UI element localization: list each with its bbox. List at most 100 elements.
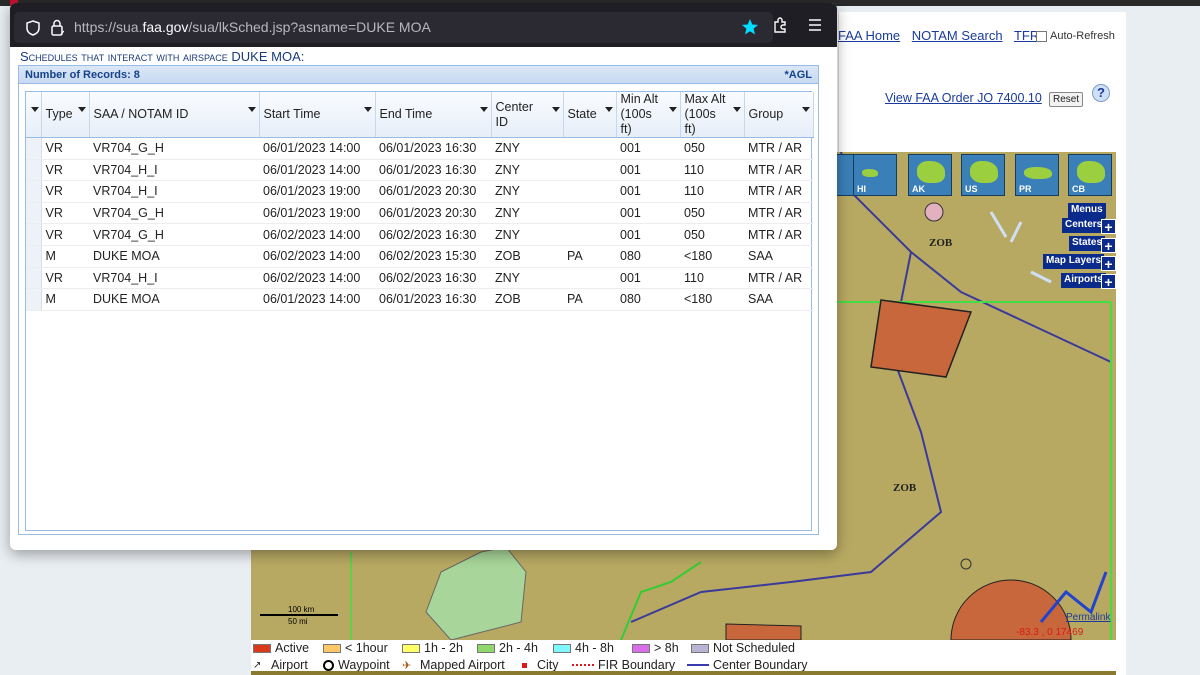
cell-state [563,223,616,246]
row-marker [26,267,42,290]
view-faa-order-link[interactable]: View FAA Order JO 7400.10 [885,91,1042,105]
chevron-down-icon[interactable] [77,107,86,112]
legend-not-scheduled: Not Scheduled [691,641,795,655]
cell-max-alt: <180 [680,288,744,311]
scheduled-area-green[interactable] [425,546,527,640]
active-area[interactable] [725,623,802,640]
table-row[interactable]: VR VR704_H_I 06/01/2023 14:00 06/01/2023 16… [26,159,813,182]
cell-state [563,159,616,182]
states-button[interactable]: States [1069,236,1106,251]
chevron-down-icon[interactable] [363,107,372,112]
map-layers-button[interactable]: Map Layers [1043,254,1105,269]
cell-type: M [41,288,89,311]
legend-swatch [323,643,341,653]
chevron-down-icon[interactable] [732,107,741,112]
chevron-down-icon[interactable] [801,107,810,112]
permalink-link[interactable]: Permalink [1066,612,1110,623]
agl-note: *AGL [784,69,813,81]
legend-bottom-border [251,671,1116,675]
region-button-us[interactable]: US [961,154,1005,196]
airports-expand-icon[interactable]: + [1101,274,1116,290]
address-bar[interactable]: https://sua.faa.gov/sua/lkSched.jsp?asna… [14,12,773,43]
hamburger-menu-icon[interactable] [808,18,822,32]
cell-saa-id: VR704_G_H [89,202,259,225]
column-header-state[interactable]: State [563,92,617,138]
states-expand-icon[interactable]: + [1101,238,1116,254]
airports-button[interactable]: Airports [1061,273,1106,288]
column-header-rownum[interactable] [26,92,42,138]
cell-group: SAA [744,288,813,311]
column-header-saa-id[interactable]: SAA / NOTAM ID [89,92,260,138]
airport-marker[interactable] [924,202,944,222]
table-row[interactable]: M DUKE MOA 06/02/2023 14:00 06/02/2023 15:3… [26,245,813,268]
bookmark-star-icon[interactable] [741,18,759,36]
table-row[interactable]: VR VR704_G_H 06/01/2023 14:00 06/01/2023 16… [26,137,813,160]
chevron-down-icon[interactable] [247,107,256,112]
column-header-max-alt[interactable]: Max Alt (100s ft) [680,92,745,138]
cell-end-time: 06/02/2023 15:30 [375,245,491,268]
row-marker [26,223,42,246]
cell-type: VR [41,137,89,160]
column-header-center-id[interactable]: Center ID [491,92,564,138]
menus-button[interactable]: Menus [1068,203,1106,218]
auto-refresh-toggle[interactable]: Auto-Refresh [1036,30,1115,42]
region-button-ak[interactable]: AK [908,154,952,196]
cell-start-time: 06/02/2023 14:00 [259,267,375,290]
lock-icon[interactable] [50,19,64,36]
cell-center-id: ZNY [491,137,563,160]
table-row[interactable]: VR VR704_H_I 06/02/2023 14:00 06/02/2023 16… [26,267,813,290]
auto-refresh-checkbox[interactable] [1036,30,1047,42]
chevron-down-icon[interactable] [551,107,560,112]
column-header-type[interactable]: Type [41,92,90,138]
cell-saa-id: VR704_G_H [89,137,259,160]
grid-panel-header: Number of Records: 8 *AGL [19,66,818,84]
cell-type: VR [41,267,89,290]
region-button-pr[interactable]: PR [1015,154,1059,196]
cell-type: VR [41,202,89,225]
chevron-down-icon[interactable] [30,107,39,112]
nav-notam-search[interactable]: NOTAM Search [912,28,1003,43]
cell-end-time: 06/01/2023 20:30 [375,202,491,225]
chevron-down-icon[interactable] [479,107,488,112]
region-button-hi[interactable]: HI [853,154,897,196]
cell-min-alt: 001 [616,202,680,225]
nav-faa-home[interactable]: FAA Home [838,28,900,43]
cell-center-id: ZNY [491,180,563,203]
extensions-icon[interactable] [772,16,790,34]
column-header-min-alt[interactable]: Min Alt (100s ft) [616,92,681,138]
cell-max-alt: <180 [680,245,744,268]
cell-group: MTR / AR [744,223,813,246]
table-row[interactable]: M DUKE MOA 06/01/2023 14:00 06/01/2023 16:3… [26,288,813,311]
centers-button[interactable]: Centers [1062,218,1106,233]
map-layers-expand-icon[interactable]: + [1101,256,1116,272]
help-icon[interactable]: ? [1092,84,1110,102]
shield-icon[interactable] [26,20,40,36]
cell-center-id: ZNY [491,159,563,182]
table-row[interactable]: VR VR704_G_H 06/02/2023 14:00 06/02/2023 16… [26,223,813,246]
cell-saa-id: VR704_H_I [89,159,259,182]
cell-group: MTR / AR [744,180,813,203]
reset-button[interactable]: Reset [1049,92,1084,107]
table-row[interactable]: VR VR704_G_H 06/01/2023 19:00 06/01/2023 20… [26,202,813,225]
cell-center-id: ZNY [491,202,563,225]
schedule-table: Type SAA / NOTAM ID Start Time End Time … [26,92,814,311]
mapped-airport-icon: ✈ [402,659,412,672]
cell-start-time: 06/01/2023 19:00 [259,202,375,225]
column-header-end-time[interactable]: End Time [375,92,492,138]
chevron-down-icon[interactable] [668,107,677,112]
table-row[interactable]: VR VR704_H_I 06/01/2023 19:00 06/01/2023 20… [26,180,813,203]
column-header-start-time[interactable]: Start Time [259,92,376,138]
popup-content: Schedules that interact with airspace DU… [10,47,837,550]
state-line [620,561,702,640]
scale-km: 100 km [288,605,315,614]
chevron-down-icon[interactable] [604,107,613,112]
duke-moa-area[interactable] [870,299,973,378]
column-header-group[interactable]: Group [744,92,814,138]
region-button-cb[interactable]: CB [1068,154,1112,196]
url-text[interactable]: https://sua.faa.gov/sua/lkSched.jsp?asna… [74,19,431,35]
centers-expand-icon[interactable]: + [1101,219,1116,235]
cell-state [563,267,616,290]
legend-1h-2h: 1h - 2h [402,641,463,655]
schedule-grid-panel: Number of Records: 8 *AGL Type SAA / NOT… [18,65,819,535]
cell-end-time: 06/01/2023 16:30 [375,159,491,182]
